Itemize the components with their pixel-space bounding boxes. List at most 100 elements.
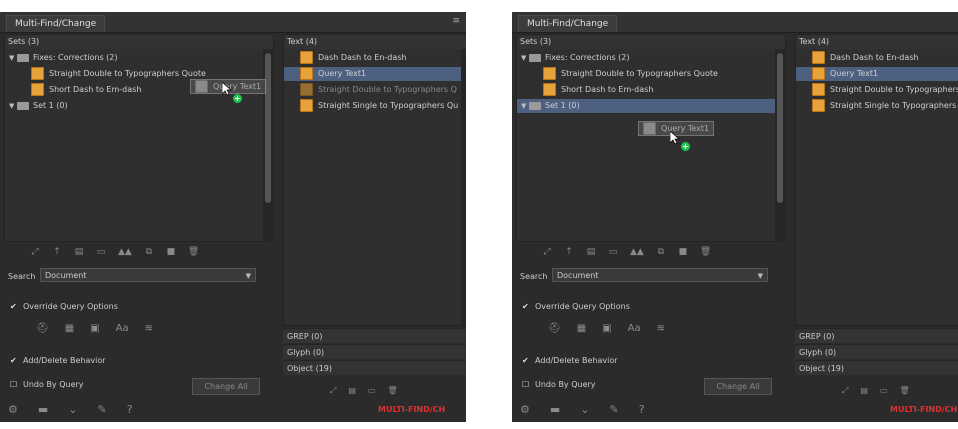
scroll-thumb[interactable] xyxy=(265,53,271,203)
move-icon[interactable]: ⤢ xyxy=(842,386,848,396)
folder-add-icon[interactable]: ■ xyxy=(678,247,688,257)
table-icon[interactable]: ▣ xyxy=(90,323,99,334)
trash-icon[interactable]: 🗑 xyxy=(900,386,910,396)
sets-row-query[interactable]: Short Dash to Em-dash xyxy=(543,83,653,97)
move-icon[interactable]: ⤢ xyxy=(30,247,40,257)
panel-title-tab[interactable]: Multi-Find/Change xyxy=(518,15,618,32)
search-dropdown[interactable]: Document ▼ xyxy=(40,268,256,282)
up-icon[interactable]: ↑ xyxy=(564,247,574,257)
folder-add-icon[interactable]: ■ xyxy=(166,247,176,257)
case-icon[interactable]: ⛑ xyxy=(548,323,561,334)
query-icon xyxy=(543,83,556,96)
query-icon xyxy=(31,67,44,80)
text-row[interactable]: Straight Double to Typographers Q xyxy=(300,83,457,97)
change-all-button[interactable]: Change All xyxy=(192,378,260,395)
help-icon[interactable]: ? xyxy=(127,403,133,416)
filter-icon[interactable]: ⌄ xyxy=(68,403,77,416)
layers-icon[interactable]: ▦ xyxy=(65,323,74,334)
keyboard-icon[interactable]: ▬ xyxy=(550,403,560,416)
new-set-icon[interactable]: ▤ xyxy=(348,386,356,396)
help-icon[interactable]: ? xyxy=(639,403,645,416)
sets-scrollbar[interactable] xyxy=(263,49,273,241)
expand-triangle-icon[interactable]: ▼ xyxy=(9,51,17,65)
scroll-thumb[interactable] xyxy=(777,53,783,203)
new-query-icon[interactable]: ▭ xyxy=(96,247,106,257)
up-icon[interactable]: ↑ xyxy=(52,247,62,257)
format-icon[interactable]: ≋ xyxy=(145,323,153,334)
table-icon[interactable]: ▣ xyxy=(602,323,611,334)
text-row-selected[interactable]: Query Text1 xyxy=(284,67,466,81)
panel-menu-icon[interactable]: ≡ xyxy=(452,16,460,26)
keyboard-icon[interactable]: ▬ xyxy=(38,403,48,416)
sets-row-folder[interactable]: ▼ Fixes: Corrections (2) xyxy=(9,51,118,65)
duplicate-icon[interactable]: ⧉ xyxy=(656,247,666,257)
chevron-down-icon: ▼ xyxy=(245,272,251,280)
search-dropdown[interactable]: Document ▼ xyxy=(552,268,768,282)
override-options-checkbox[interactable]: ✔ Override Query Options xyxy=(10,302,118,311)
sets-toolbar: ⤢ ↑ ▤ ▭ ▲▲ ⧉ ■ 🗑 xyxy=(542,244,782,260)
sets-row-folder-droptarget[interactable]: ▼ Set 1 (0) xyxy=(517,99,775,113)
new-set-icon[interactable]: ▤ xyxy=(586,247,596,257)
group-icon[interactable]: ▲▲ xyxy=(118,247,132,257)
wrench-icon[interactable]: ✎ xyxy=(98,403,107,416)
format-icon[interactable]: ≋ xyxy=(657,323,665,334)
expand-triangle-icon[interactable]: ▼ xyxy=(521,51,529,65)
object-section[interactable]: Object (19) xyxy=(795,360,958,375)
undo-by-query-checkbox[interactable]: ☐ Undo By Query xyxy=(522,380,596,389)
text-row[interactable]: Straight Single to Typographers Qu xyxy=(812,99,958,113)
text-size-icon[interactable]: Aa xyxy=(628,323,641,334)
trash-icon[interactable]: 🗑 xyxy=(188,247,199,257)
new-query-icon[interactable]: ▭ xyxy=(880,386,888,396)
group-icon[interactable]: ▲▲ xyxy=(630,247,644,257)
glyph-section[interactable]: Glyph (0) xyxy=(795,344,958,359)
expand-triangle-icon[interactable]: ▼ xyxy=(9,99,17,113)
add-delete-checkbox[interactable]: ✔ Add/Delete Behavior xyxy=(522,356,618,365)
new-query-icon[interactable]: ▭ xyxy=(608,247,618,257)
drag-ghost-label: Query Text1 xyxy=(213,82,262,91)
folder-icon xyxy=(17,53,29,62)
sets-row-query[interactable]: Straight Double to Typographers Quote xyxy=(31,67,206,81)
filter-icon[interactable]: ⌄ xyxy=(580,403,589,416)
text-row[interactable]: Dash Dash to En-dash xyxy=(812,51,919,65)
glyph-section[interactable]: Glyph (0) xyxy=(283,344,466,359)
override-options-checkbox[interactable]: ✔ Override Query Options xyxy=(522,302,630,311)
move-icon[interactable]: ⤢ xyxy=(330,386,336,396)
sets-scrollbar[interactable] xyxy=(775,49,785,241)
panel-title-tab[interactable]: Multi-Find/Change xyxy=(6,15,106,32)
sets-row-folder[interactable]: ▼ Set 1 (0) xyxy=(9,99,68,113)
new-set-icon[interactable]: ▤ xyxy=(860,386,868,396)
trash-icon[interactable]: 🗑 xyxy=(700,247,711,257)
move-icon[interactable]: ⤢ xyxy=(542,247,552,257)
text-row[interactable]: Dash Dash to En-dash xyxy=(300,51,407,65)
query-icon xyxy=(812,51,825,64)
undo-by-query-checkbox[interactable]: ☐ Undo By Query xyxy=(10,380,84,389)
text-size-icon[interactable]: Aa xyxy=(116,323,129,334)
new-set-icon[interactable]: ▤ xyxy=(74,247,84,257)
text-row[interactable]: Straight Single to Typographers Qu xyxy=(300,99,458,113)
expand-triangle-icon[interactable]: ▼ xyxy=(521,99,529,113)
grep-section[interactable]: GREP (0) xyxy=(795,328,958,343)
text-row[interactable]: Straight Double to Typographers Q xyxy=(812,83,958,97)
add-delete-checkbox[interactable]: ✔ Add/Delete Behavior xyxy=(10,356,106,365)
settings-icon[interactable]: ⚙ xyxy=(8,403,18,416)
query-icon xyxy=(31,83,44,96)
wrench-icon[interactable]: ✎ xyxy=(610,403,619,416)
sets-row-folder[interactable]: ▼ Fixes: Corrections (2) xyxy=(521,51,630,65)
new-query-icon[interactable]: ▭ xyxy=(368,386,376,396)
case-icon[interactable]: ⛑ xyxy=(36,323,49,334)
bottom-icon-bar: ⚙ ▬ ⌄ ✎ ? xyxy=(520,403,645,416)
grep-section[interactable]: GREP (0) xyxy=(283,328,466,343)
cursor-icon xyxy=(222,82,232,96)
text-row-selected[interactable]: Query Text1 xyxy=(796,67,958,81)
sets-row-query[interactable]: Short Dash to Em-dash xyxy=(31,83,141,97)
query-icon xyxy=(543,67,556,80)
duplicate-icon[interactable]: ⧉ xyxy=(144,247,154,257)
object-section[interactable]: Object (19) xyxy=(283,360,466,375)
change-all-button[interactable]: Change All xyxy=(704,378,772,395)
trash-icon[interactable]: 🗑 xyxy=(388,386,398,396)
layers-icon[interactable]: ▦ xyxy=(577,323,586,334)
sets-header: Sets (3) xyxy=(5,35,273,49)
settings-icon[interactable]: ⚙ xyxy=(520,403,530,416)
sets-row-query[interactable]: Straight Double to Typographers Quote xyxy=(543,67,718,81)
texts-scrollbar[interactable] xyxy=(461,49,466,325)
